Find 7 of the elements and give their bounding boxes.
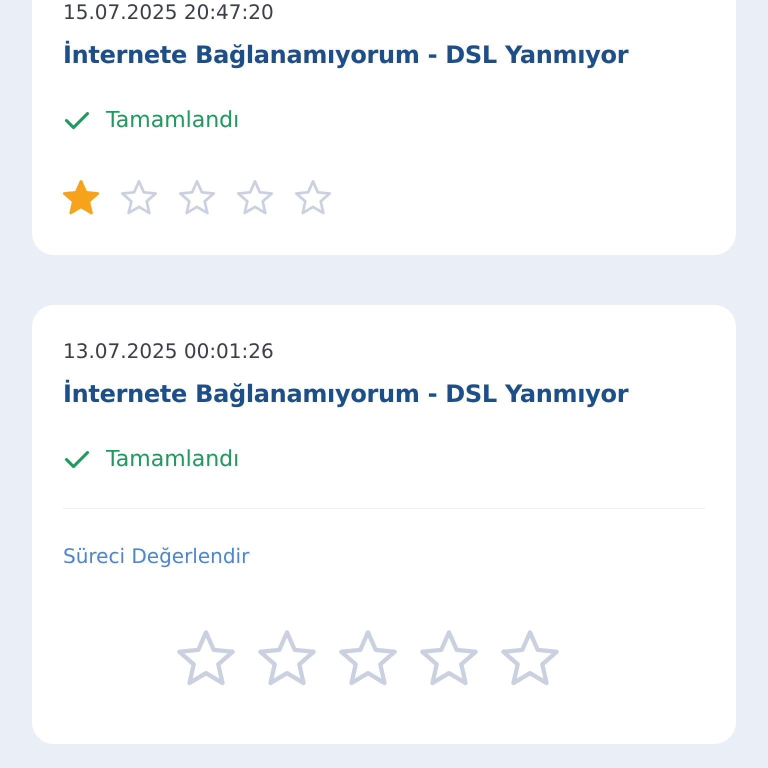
request-date: 13.07.2025 00:01:26: [63, 338, 275, 364]
request-date: 15.07.2025 20:47:20: [63, 0, 275, 25]
request-title: İnternete Bağlanamıyorum - DSL Yanmıyor: [63, 378, 630, 410]
status-label: Tamamlandı: [106, 446, 240, 472]
status-label: Tamamlandı: [106, 108, 240, 132]
request-title: İnternete Bağlanamıyorum - DSL Yanmıyor: [63, 40, 630, 71]
rate-prompt: Süreci Değerlendir: [63, 543, 250, 570]
